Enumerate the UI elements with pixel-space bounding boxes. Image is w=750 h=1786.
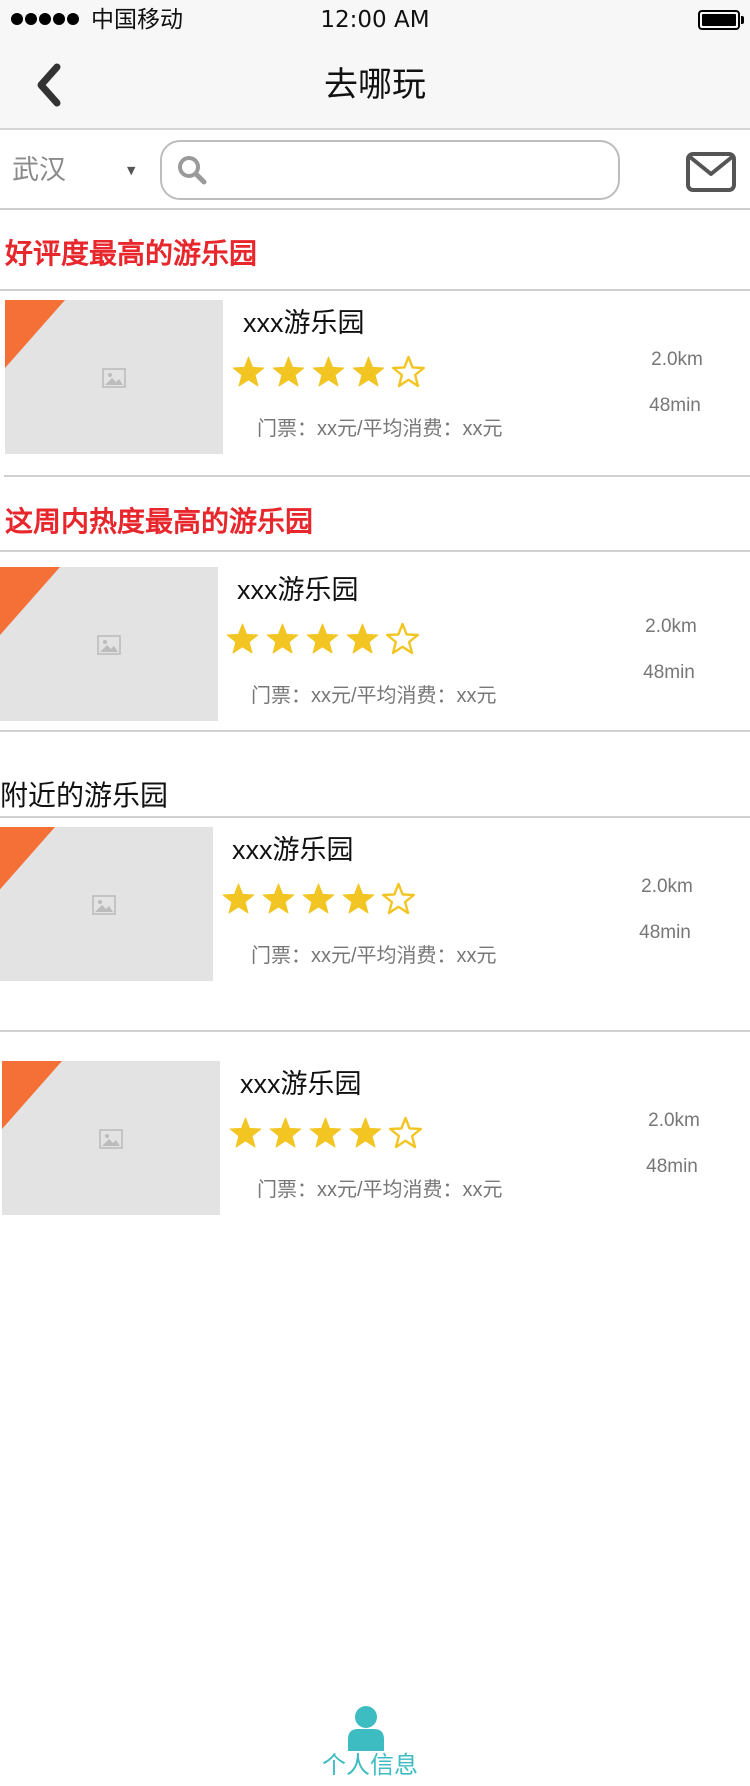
status-time: 12:00 AM bbox=[320, 7, 430, 33]
divider bbox=[0, 730, 750, 732]
park-card[interactable]: xxx游乐园 门票：xx元/平均消费：xx元 2.0km 48min bbox=[0, 827, 750, 987]
park-distance: 2.0km bbox=[648, 1110, 700, 1131]
star-rating bbox=[228, 1116, 423, 1150]
park-travel-time: 48min bbox=[649, 395, 701, 416]
park-price: 门票：xx元/平均消费：xx元 bbox=[257, 418, 503, 440]
corner-tag bbox=[0, 827, 55, 895]
navigation-bar: 去哪玩 bbox=[0, 40, 750, 130]
star-filled-icon bbox=[342, 883, 375, 914]
park-price: 门票：xx元/平均消费：xx元 bbox=[251, 945, 497, 967]
park-name: xxx游乐园 bbox=[237, 575, 359, 605]
divider bbox=[0, 816, 750, 818]
star-filled-icon bbox=[272, 356, 305, 387]
tab-profile-label: 个人信息 bbox=[322, 1751, 418, 1779]
star-rating bbox=[221, 882, 416, 916]
divider bbox=[0, 550, 750, 552]
corner-tag bbox=[2, 1061, 62, 1129]
search-icon bbox=[178, 156, 207, 185]
star-filled-icon bbox=[222, 883, 255, 914]
park-name: xxx游乐园 bbox=[243, 308, 365, 338]
star-rating bbox=[231, 355, 426, 389]
park-thumbnail bbox=[0, 827, 213, 981]
star-empty-icon bbox=[392, 355, 425, 388]
page-title: 去哪玩 bbox=[324, 65, 426, 105]
star-filled-icon bbox=[226, 623, 259, 654]
search-box[interactable] bbox=[160, 140, 620, 200]
star-filled-icon bbox=[266, 623, 299, 654]
image-placeholder-icon bbox=[102, 368, 126, 388]
star-filled-icon bbox=[349, 1117, 382, 1148]
image-placeholder-icon bbox=[99, 1129, 123, 1149]
user-icon bbox=[348, 1706, 384, 1751]
park-thumbnail bbox=[0, 567, 218, 721]
park-travel-time: 48min bbox=[646, 1156, 698, 1177]
corner-tag bbox=[0, 567, 60, 635]
star-filled-icon bbox=[262, 883, 295, 914]
star-filled-icon bbox=[269, 1117, 302, 1148]
star-filled-icon bbox=[229, 1117, 262, 1148]
section-title-nearby: 附近的游乐园 bbox=[0, 779, 169, 812]
star-filled-icon bbox=[302, 883, 335, 914]
section-title-trending-week: 这周内热度最高的游乐园 bbox=[5, 505, 314, 538]
park-travel-time: 48min bbox=[643, 662, 695, 683]
star-filled-icon bbox=[309, 1117, 342, 1148]
battery-icon bbox=[698, 10, 744, 30]
star-filled-icon bbox=[352, 356, 385, 387]
park-distance: 2.0km bbox=[645, 616, 697, 637]
star-empty-icon bbox=[389, 1116, 422, 1149]
mail-icon[interactable] bbox=[686, 152, 736, 192]
dropdown-caret-icon[interactable]: ▼ bbox=[127, 164, 135, 177]
park-thumbnail bbox=[5, 300, 223, 454]
divider bbox=[4, 475, 750, 477]
divider bbox=[0, 1030, 750, 1032]
section-title-top-rated: 好评度最高的游乐园 bbox=[5, 237, 258, 270]
park-card[interactable]: xxx游乐园 门票：xx元/平均消费：xx元 2.0km 48min bbox=[0, 567, 750, 727]
park-card[interactable]: xxx游乐园 门票：xx元/平均消费：xx元 2.0km 48min bbox=[0, 300, 750, 460]
tab-profile[interactable]: 个人信息 bbox=[300, 1700, 440, 1786]
park-name: xxx游乐园 bbox=[232, 835, 354, 865]
park-distance: 2.0km bbox=[651, 349, 703, 370]
star-empty-icon bbox=[386, 622, 419, 655]
star-filled-icon bbox=[232, 356, 265, 387]
search-bar: 武汉 ▼ bbox=[0, 132, 750, 210]
city-selector[interactable]: 武汉 bbox=[12, 154, 66, 188]
corner-tag bbox=[5, 300, 65, 368]
park-thumbnail bbox=[2, 1061, 220, 1215]
status-bar: 中国移动 12:00 AM bbox=[0, 0, 750, 40]
divider bbox=[0, 289, 750, 291]
star-filled-icon bbox=[346, 623, 379, 654]
park-distance: 2.0km bbox=[641, 876, 693, 897]
star-filled-icon bbox=[306, 623, 339, 654]
image-placeholder-icon bbox=[92, 895, 116, 915]
park-price: 门票：xx元/平均消费：xx元 bbox=[251, 685, 497, 707]
park-name: xxx游乐园 bbox=[240, 1069, 362, 1099]
image-placeholder-icon bbox=[97, 635, 121, 655]
star-filled-icon bbox=[312, 356, 345, 387]
search-input[interactable] bbox=[218, 154, 598, 188]
star-rating bbox=[225, 622, 420, 656]
star-empty-icon bbox=[382, 882, 415, 915]
park-travel-time: 48min bbox=[639, 922, 691, 943]
park-price: 门票：xx元/平均消费：xx元 bbox=[257, 1179, 503, 1201]
park-card[interactable]: xxx游乐园 门票：xx元/平均消费：xx元 2.0km 48min bbox=[0, 1061, 750, 1221]
